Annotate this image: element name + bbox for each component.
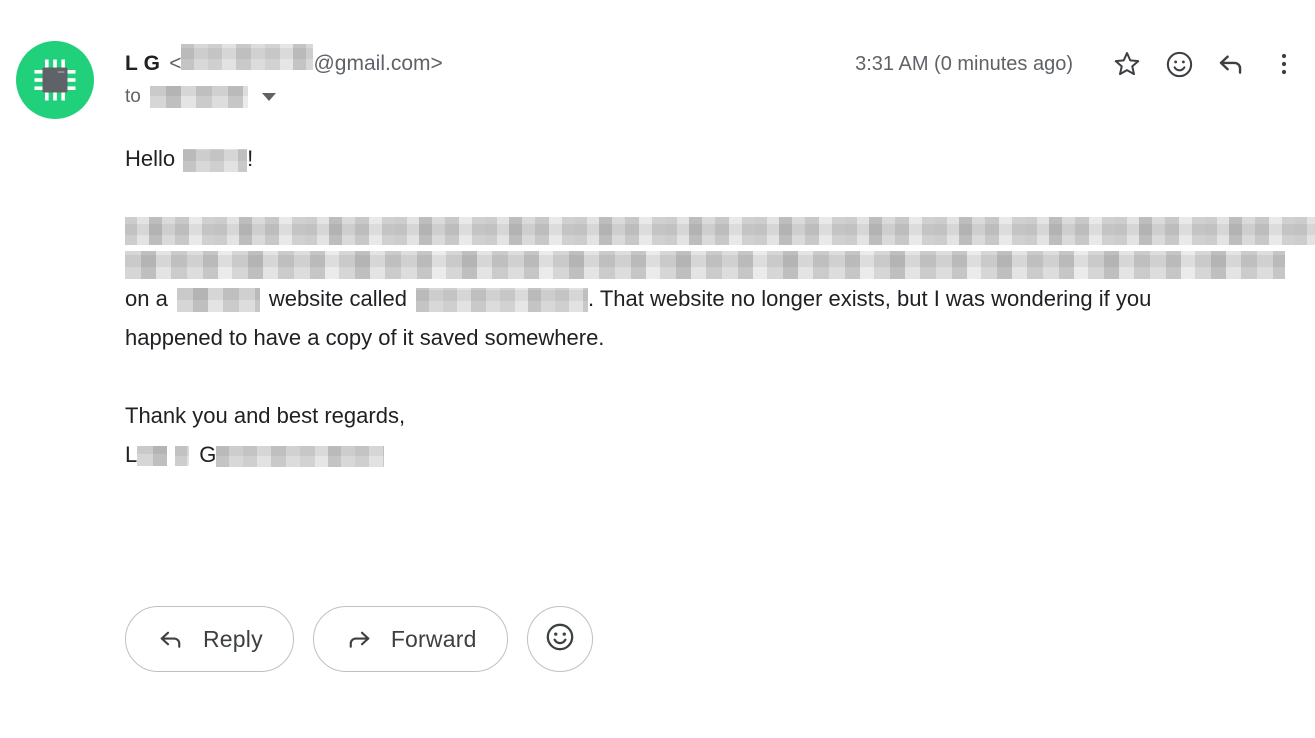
reply-button-label: Reply xyxy=(203,625,263,652)
line-prefix: on a xyxy=(125,286,168,311)
add-reaction-button[interactable] xyxy=(526,606,593,672)
sender-line: L G < @gmail.com > xyxy=(125,44,443,76)
chevron-down-icon[interactable] xyxy=(261,93,276,101)
signature-first-redacted xyxy=(137,446,168,467)
sender-name[interactable]: L G xyxy=(125,52,160,76)
recipient-redacted xyxy=(149,86,248,108)
reply-arrow-icon xyxy=(156,624,203,654)
forward-button-label: Forward xyxy=(390,625,477,652)
body-redacted-paragraph xyxy=(125,217,1315,279)
signature-middle-redacted xyxy=(175,446,190,467)
message-header: L G < @gmail.com > to 3:31 AM (0 minutes… xyxy=(0,0,1315,125)
sender-block: L G < @gmail.com > to xyxy=(125,44,443,111)
greeting-exclamation: ! xyxy=(247,146,254,171)
microchip-icon xyxy=(32,57,78,103)
redacted-text-line xyxy=(125,251,1285,279)
message-footer-actions: Reply Forward xyxy=(125,606,593,672)
reply-button[interactable]: Reply xyxy=(125,606,294,672)
emoji-smiley-icon xyxy=(543,620,577,659)
email-message-view: L G < @gmail.com > to 3:31 AM (0 minutes… xyxy=(0,0,1315,738)
header-actions: 3:31 AM (0 minutes ago) xyxy=(855,44,1301,84)
adjective-redacted xyxy=(176,288,260,313)
more-vert-icon[interactable] xyxy=(1267,42,1301,86)
line-website-called: website called xyxy=(268,286,408,311)
email-domain: @gmail.com xyxy=(313,52,431,75)
email-open-bracket: < xyxy=(169,52,182,75)
avatar[interactable] xyxy=(16,41,94,119)
email-close-bracket: > xyxy=(430,52,443,75)
body-greeting: Hello! xyxy=(125,139,1315,178)
emoji-icon[interactable] xyxy=(1157,42,1201,86)
forward-button[interactable]: Forward xyxy=(312,606,508,672)
star-icon[interactable] xyxy=(1105,42,1149,86)
message-body: Hello! on a website called . That website … xyxy=(125,139,1315,474)
website-name-redacted xyxy=(416,288,589,313)
recipient-line[interactable]: to xyxy=(125,83,443,111)
to-label: to xyxy=(125,86,141,107)
redacted-text-line xyxy=(125,217,1315,245)
body-signature: LG xyxy=(125,435,1315,474)
signature-initial-last: G xyxy=(199,442,217,467)
sender-email[interactable]: < @gmail.com > xyxy=(169,44,443,76)
reply-icon[interactable] xyxy=(1209,42,1253,86)
body-line-website: on a website called . That website no long… xyxy=(125,279,1315,318)
sender-email-redacted xyxy=(181,44,314,70)
greeting-name-redacted xyxy=(183,148,248,172)
body-closing: Thank you and best regards, xyxy=(125,403,406,428)
forward-arrow-icon xyxy=(344,624,391,654)
signature-last-redacted xyxy=(216,445,385,467)
line-after-site: . That website no longer exists, but I w… xyxy=(588,286,1152,311)
signature-initial-first: L xyxy=(125,442,138,467)
greeting-text: Hello xyxy=(125,146,176,171)
body-line-final: happened to have a copy of it saved some… xyxy=(125,325,605,350)
message-timestamp: 3:31 AM (0 minutes ago) xyxy=(855,52,1073,75)
